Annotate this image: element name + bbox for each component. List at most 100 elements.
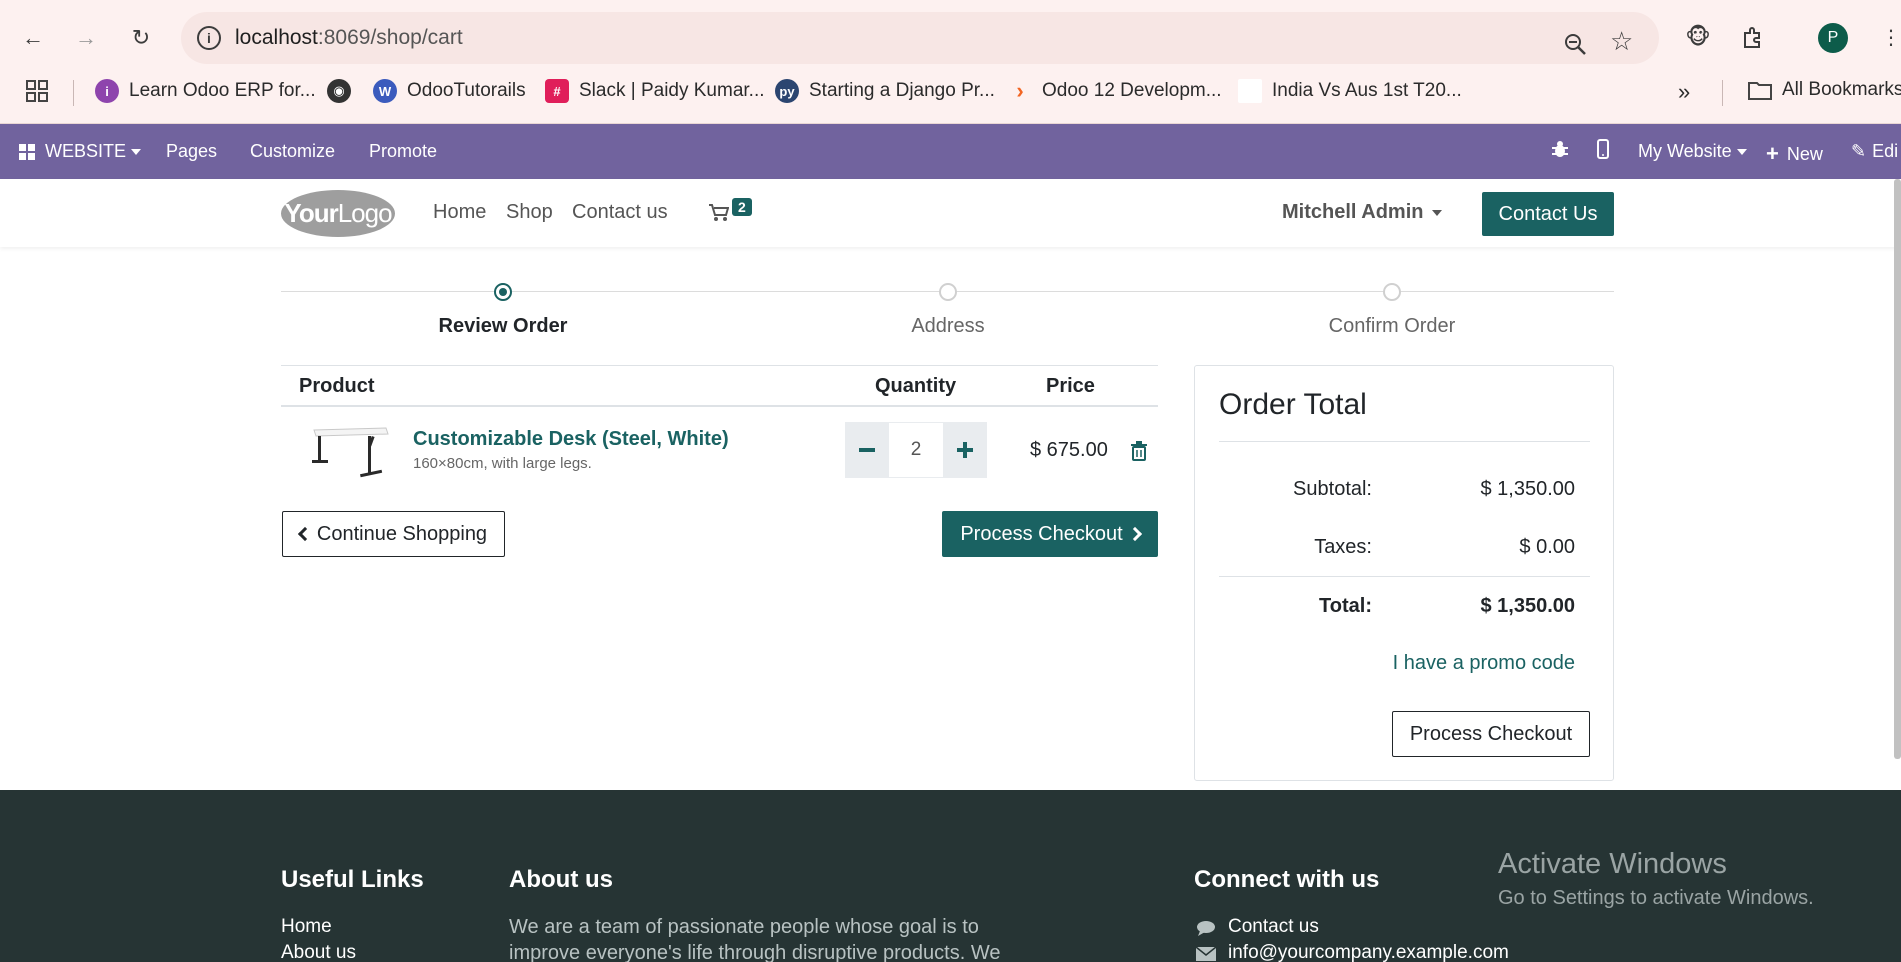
total-label: Total: xyxy=(1319,595,1372,617)
apps-grid-icon[interactable] xyxy=(26,80,48,102)
my-website-menu[interactable]: My Website xyxy=(1638,141,1747,162)
cart-count-badge[interactable]: 2 xyxy=(732,198,752,216)
bookmark-slack[interactable]: # Slack | Paidy Kumar... xyxy=(545,79,765,103)
caret-down-icon xyxy=(131,148,142,155)
cart-icon[interactable] xyxy=(709,204,730,227)
new-button[interactable]: + New xyxy=(1766,141,1823,167)
summary-process-checkout-button[interactable]: Process Checkout xyxy=(1392,711,1590,757)
column-header-price: Price xyxy=(1046,375,1095,397)
browser-menu-icon[interactable]: ⋮ xyxy=(1874,20,1901,54)
my-website-label: My Website xyxy=(1638,141,1732,161)
bookmark-label: OdooTutorails xyxy=(407,80,526,101)
column-header-quantity: Quantity xyxy=(875,375,957,397)
forward-icon[interactable]: → xyxy=(69,21,103,55)
debug-bug-icon[interactable] xyxy=(1551,139,1569,159)
bookmark-odootutorails[interactable]: W OdooTutorails xyxy=(373,79,526,103)
watermark-line-2: Go to Settings to activate Windows. xyxy=(1498,887,1814,909)
wizard-step-confirm-order: Confirm Order xyxy=(1328,315,1456,337)
footer-email-link[interactable]: info@yourcompany.example.com xyxy=(1228,942,1509,962)
back-icon[interactable]: ← xyxy=(16,21,50,55)
subtotal-label: Subtotal: xyxy=(1293,478,1372,500)
wizard-step-dot-confirm xyxy=(1383,283,1401,301)
plus-icon xyxy=(957,442,973,458)
reload-icon[interactable]: ↻ xyxy=(124,21,158,55)
nav-home[interactable]: Home xyxy=(433,201,486,224)
bookmark-india-aus[interactable]: India Vs Aus 1st T20... xyxy=(1238,79,1462,103)
about-us-heading: About us xyxy=(509,866,613,893)
continue-shopping-button[interactable]: Continue Shopping xyxy=(282,511,505,557)
envelope-icon xyxy=(1195,946,1217,962)
product-image[interactable] xyxy=(310,422,390,478)
caret-down-icon xyxy=(1432,209,1443,216)
mobile-preview-icon[interactable] xyxy=(1597,139,1609,159)
user-name: Mitchell Admin xyxy=(1282,201,1424,223)
table-header-border xyxy=(281,405,1158,407)
comment-icon xyxy=(1196,920,1216,936)
bookmark-odoo12[interactable]: › Odoo 12 Developm... xyxy=(1008,78,1221,103)
wizard-step-review-order: Review Order xyxy=(438,315,568,337)
bookmark-django[interactable]: py Starting a Django Pr... xyxy=(775,79,995,103)
bookmark-label: India Vs Aus 1st T20... xyxy=(1272,80,1462,101)
increase-quantity-button[interactable] xyxy=(943,422,987,478)
extensions-puzzle-icon[interactable] xyxy=(1736,20,1770,54)
all-bookmarks[interactable]: All Bookmarks xyxy=(1748,79,1901,101)
website-menu[interactable]: WEBSITE xyxy=(19,141,142,162)
product-name-link[interactable]: Customizable Desk (Steel, White) xyxy=(413,428,729,451)
wizard-step-address: Address xyxy=(911,315,985,337)
watermark-line-1: Activate Windows xyxy=(1498,848,1727,880)
subtotal-value: $ 1,350.00 xyxy=(1480,478,1575,500)
bookmark-learn-odoo[interactable]: i Learn Odoo ERP for... xyxy=(95,79,316,103)
decrease-quantity-button[interactable] xyxy=(845,422,889,478)
bookmarks-bar: i Learn Odoo ERP for... ◉ W OdooTutorails … xyxy=(0,72,1901,112)
bookmark-star-icon[interactable]: ☆ xyxy=(1610,26,1633,57)
process-checkout-button[interactable]: Process Checkout xyxy=(942,511,1158,557)
new-label: New xyxy=(1786,143,1823,164)
url-text[interactable]: localhost:8069/shop/cart xyxy=(235,26,463,50)
bookmark-label: Starting a Django Pr... xyxy=(809,80,995,101)
globe-icon: ◉ xyxy=(327,79,351,103)
contact-us-button[interactable]: Contact Us xyxy=(1482,192,1614,236)
caret-down-icon xyxy=(1736,148,1747,155)
product-description: 160×80cm, with large legs. xyxy=(413,455,592,472)
site-info-icon[interactable]: i xyxy=(197,26,221,50)
promote-menu[interactable]: Promote xyxy=(369,141,437,162)
footer-link-home[interactable]: Home xyxy=(281,916,332,938)
slack-icon: # xyxy=(545,79,569,103)
promo-code-link[interactable]: I have a promo code xyxy=(1393,652,1575,675)
logo-text-light: Logo xyxy=(337,198,393,228)
bookmark-separator xyxy=(1722,80,1723,106)
profile-avatar[interactable]: P xyxy=(1818,23,1848,53)
quantity-input[interactable]: 2 xyxy=(889,422,943,478)
footer-link-about-us[interactable]: About us xyxy=(281,942,356,962)
address-bar[interactable]: i localhost:8069/shop/cart ☆ xyxy=(181,12,1659,64)
extension-monkey-icon[interactable]: 🐵 xyxy=(1681,20,1715,54)
edit-button[interactable]: ✎ Edi xyxy=(1851,141,1898,162)
customize-menu[interactable]: Customize xyxy=(250,141,335,162)
blank-page-icon xyxy=(1238,79,1262,103)
website-menu-label: WEBSITE xyxy=(45,141,127,161)
useful-links-heading: Useful Links xyxy=(281,866,424,893)
minus-icon xyxy=(859,448,875,452)
user-menu[interactable]: Mitchell Admin xyxy=(1282,201,1443,224)
bookmark-globe[interactable]: ◉ xyxy=(327,79,351,103)
url-path: :8069/shop/cart xyxy=(317,26,463,49)
continue-shopping-label: Continue Shopping xyxy=(316,522,488,545)
table-top-border xyxy=(281,365,1158,366)
remove-line-trash-icon[interactable] xyxy=(1130,441,1148,461)
company-logo[interactable]: Your Logo xyxy=(281,190,395,237)
page-scrollbar[interactable] xyxy=(1894,179,1901,759)
zoom-icon[interactable] xyxy=(1563,32,1587,62)
pages-menu[interactable]: Pages xyxy=(166,141,217,162)
nav-shop[interactable]: Shop xyxy=(506,201,553,224)
edit-label: Edi xyxy=(1872,141,1899,161)
footer-contact-us-link[interactable]: Contact us xyxy=(1228,916,1319,938)
more-bookmarks-icon[interactable]: » xyxy=(1678,79,1690,105)
connect-heading: Connect with us xyxy=(1194,866,1380,893)
plus-icon: + xyxy=(1766,141,1779,166)
nav-contact-us[interactable]: Contact us xyxy=(572,201,668,224)
site-header: Your Logo Home Shop Contact us 2 Mitchell… xyxy=(0,179,1901,247)
bookmark-label: Learn Odoo ERP for... xyxy=(129,80,316,101)
chevron-brand-icon: › xyxy=(1016,78,1024,103)
divider xyxy=(1219,576,1590,577)
total-value: $ 1,350.00 xyxy=(1480,595,1575,617)
